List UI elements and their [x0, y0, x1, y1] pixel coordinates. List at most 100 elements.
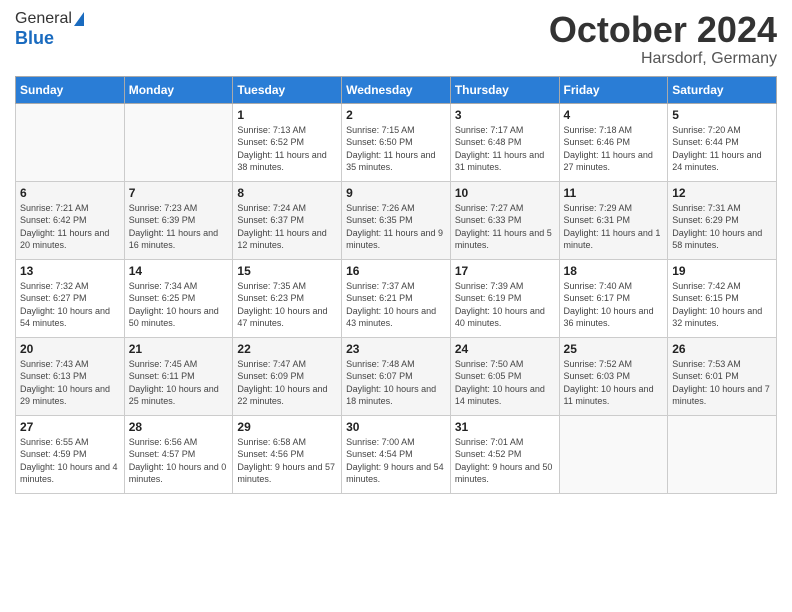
logo-icon [74, 12, 84, 26]
day-cell [668, 415, 777, 493]
day-info: Sunrise: 7:52 AMSunset: 6:03 PMDaylight:… [564, 358, 664, 408]
day-info: Sunrise: 7:50 AMSunset: 6:05 PMDaylight:… [455, 358, 555, 408]
day-info: Sunrise: 7:17 AMSunset: 6:48 PMDaylight:… [455, 124, 555, 174]
day-number: 9 [346, 186, 446, 200]
location-subtitle: Harsdorf, Germany [549, 50, 777, 68]
day-number: 18 [564, 264, 664, 278]
week-row-2: 13 Sunrise: 7:32 AMSunset: 6:27 PMDayligh… [16, 259, 777, 337]
col-thursday: Thursday [450, 76, 559, 103]
day-cell: 22 Sunrise: 7:47 AMSunset: 6:09 PMDayligh… [233, 337, 342, 415]
day-cell: 7Sunrise: 7:23 AMSunset: 6:39 PMDaylight… [124, 181, 233, 259]
week-row-3: 20 Sunrise: 7:43 AMSunset: 6:13 PMDayligh… [16, 337, 777, 415]
day-cell: 28 Sunrise: 6:56 AMSunset: 4:57 PMDayligh… [124, 415, 233, 493]
day-number: 23 [346, 342, 446, 356]
day-cell: 11 Sunrise: 7:29 AMSunset: 6:31 PMDayligh… [559, 181, 668, 259]
day-cell: 23 Sunrise: 7:48 AMSunset: 6:07 PMDayligh… [342, 337, 451, 415]
day-cell: 29 Sunrise: 6:58 AMSunset: 4:56 PMDayligh… [233, 415, 342, 493]
day-cell: 18 Sunrise: 7:40 AMSunset: 6:17 PMDayligh… [559, 259, 668, 337]
col-sunday: Sunday [16, 76, 125, 103]
day-cell [559, 415, 668, 493]
day-cell: 27 Sunrise: 6:55 AMSunset: 4:59 PMDayligh… [16, 415, 125, 493]
day-cell: 21Sunrise: 7:45 AMSunset: 6:11 PMDayligh… [124, 337, 233, 415]
col-friday: Friday [559, 76, 668, 103]
day-cell: 30 Sunrise: 7:00 AMSunset: 4:54 PMDayligh… [342, 415, 451, 493]
day-cell: 20 Sunrise: 7:43 AMSunset: 6:13 PMDayligh… [16, 337, 125, 415]
day-number: 27 [20, 420, 120, 434]
day-cell: 25Sunrise: 7:52 AMSunset: 6:03 PMDayligh… [559, 337, 668, 415]
day-info: Sunrise: 7:47 AMSunset: 6:09 PMDaylight:… [237, 358, 337, 408]
day-info: Sunrise: 7:43 AMSunset: 6:13 PMDaylight:… [20, 358, 120, 408]
col-wednesday: Wednesday [342, 76, 451, 103]
day-info: Sunrise: 7:20 AMSunset: 6:44 PMDaylight:… [672, 124, 772, 174]
day-number: 24 [455, 342, 555, 356]
week-row-1: 6 Sunrise: 7:21 AMSunset: 6:42 PMDaylight… [16, 181, 777, 259]
day-number: 6 [20, 186, 120, 200]
day-cell: 6 Sunrise: 7:21 AMSunset: 6:42 PMDaylight… [16, 181, 125, 259]
day-cell: 26Sunrise: 7:53 AMSunset: 6:01 PMDayligh… [668, 337, 777, 415]
day-cell: 13 Sunrise: 7:32 AMSunset: 6:27 PMDayligh… [16, 259, 125, 337]
day-cell: 16 Sunrise: 7:37 AMSunset: 6:21 PMDayligh… [342, 259, 451, 337]
day-number: 12 [672, 186, 772, 200]
day-info: Sunrise: 7:26 AMSunset: 6:35 PMDaylight:… [346, 202, 446, 252]
week-row-4: 27 Sunrise: 6:55 AMSunset: 4:59 PMDayligh… [16, 415, 777, 493]
day-info: Sunrise: 7:48 AMSunset: 6:07 PMDaylight:… [346, 358, 446, 408]
day-cell: 2 Sunrise: 7:15 AMSunset: 6:50 PMDaylight… [342, 103, 451, 181]
day-number: 13 [20, 264, 120, 278]
logo-blue: Blue [15, 28, 54, 49]
day-info: Sunrise: 7:13 AMSunset: 6:52 PMDaylight:… [237, 124, 337, 174]
day-number: 3 [455, 108, 555, 122]
day-cell: 10Sunrise: 7:27 AMSunset: 6:33 PMDayligh… [450, 181, 559, 259]
week-row-0: 1 Sunrise: 7:13 AMSunset: 6:52 PMDaylight… [16, 103, 777, 181]
day-number: 4 [564, 108, 664, 122]
header-row: Sunday Monday Tuesday Wednesday Thursday… [16, 76, 777, 103]
day-number: 5 [672, 108, 772, 122]
logo: General Blue [15, 10, 84, 49]
day-info: Sunrise: 6:56 AMSunset: 4:57 PMDaylight:… [129, 436, 229, 486]
day-cell: 3 Sunrise: 7:17 AMSunset: 6:48 PMDaylight… [450, 103, 559, 181]
day-info: Sunrise: 6:55 AMSunset: 4:59 PMDaylight:… [20, 436, 120, 486]
day-info: Sunrise: 7:00 AMSunset: 4:54 PMDaylight:… [346, 436, 446, 486]
day-cell: 31 Sunrise: 7:01 AMSunset: 4:52 PMDayligh… [450, 415, 559, 493]
day-number: 29 [237, 420, 337, 434]
day-number: 30 [346, 420, 446, 434]
day-info: Sunrise: 7:01 AMSunset: 4:52 PMDaylight:… [455, 436, 555, 486]
day-cell: 17Sunrise: 7:39 AMSunset: 6:19 PMDayligh… [450, 259, 559, 337]
day-cell: 8 Sunrise: 7:24 AMSunset: 6:37 PMDaylight… [233, 181, 342, 259]
day-info: Sunrise: 7:18 AMSunset: 6:46 PMDaylight:… [564, 124, 664, 174]
day-cell: 4 Sunrise: 7:18 AMSunset: 6:46 PMDaylight… [559, 103, 668, 181]
day-info: Sunrise: 6:58 AMSunset: 4:56 PMDaylight:… [237, 436, 337, 486]
day-info: Sunrise: 7:32 AMSunset: 6:27 PMDaylight:… [20, 280, 120, 330]
day-number: 14 [129, 264, 229, 278]
day-cell: 1 Sunrise: 7:13 AMSunset: 6:52 PMDaylight… [233, 103, 342, 181]
day-cell: 19Sunrise: 7:42 AMSunset: 6:15 PMDayligh… [668, 259, 777, 337]
day-number: 2 [346, 108, 446, 122]
day-info: Sunrise: 7:15 AMSunset: 6:50 PMDaylight:… [346, 124, 446, 174]
day-info: Sunrise: 7:31 AMSunset: 6:29 PMDaylight:… [672, 202, 772, 252]
day-info: Sunrise: 7:24 AMSunset: 6:37 PMDaylight:… [237, 202, 337, 252]
day-number: 20 [20, 342, 120, 356]
day-info: Sunrise: 7:40 AMSunset: 6:17 PMDaylight:… [564, 280, 664, 330]
day-number: 26 [672, 342, 772, 356]
day-number: 31 [455, 420, 555, 434]
day-number: 28 [129, 420, 229, 434]
day-cell: 9 Sunrise: 7:26 AMSunset: 6:35 PMDaylight… [342, 181, 451, 259]
day-info: Sunrise: 7:45 AMSunset: 6:11 PMDaylight:… [129, 358, 229, 408]
header: General Blue October 2024 Harsdorf, Germ… [15, 10, 777, 68]
day-number: 10 [455, 186, 555, 200]
calendar-page: General Blue October 2024 Harsdorf, Germ… [0, 0, 792, 612]
day-cell: 14Sunrise: 7:34 AMSunset: 6:25 PMDayligh… [124, 259, 233, 337]
day-cell: 15Sunrise: 7:35 AMSunset: 6:23 PMDayligh… [233, 259, 342, 337]
day-info: Sunrise: 7:37 AMSunset: 6:21 PMDaylight:… [346, 280, 446, 330]
day-cell: 5 Sunrise: 7:20 AMSunset: 6:44 PMDaylight… [668, 103, 777, 181]
day-info: Sunrise: 7:21 AMSunset: 6:42 PMDaylight:… [20, 202, 120, 252]
day-number: 11 [564, 186, 664, 200]
col-tuesday: Tuesday [233, 76, 342, 103]
day-cell: 24 Sunrise: 7:50 AMSunset: 6:05 PMDayligh… [450, 337, 559, 415]
calendar-table: Sunday Monday Tuesday Wednesday Thursday… [15, 76, 777, 494]
day-number: 16 [346, 264, 446, 278]
day-number: 1 [237, 108, 337, 122]
day-number: 22 [237, 342, 337, 356]
day-info: Sunrise: 7:29 AMSunset: 6:31 PMDaylight:… [564, 202, 664, 252]
day-number: 8 [237, 186, 337, 200]
day-info: Sunrise: 7:42 AMSunset: 6:15 PMDaylight:… [672, 280, 772, 330]
